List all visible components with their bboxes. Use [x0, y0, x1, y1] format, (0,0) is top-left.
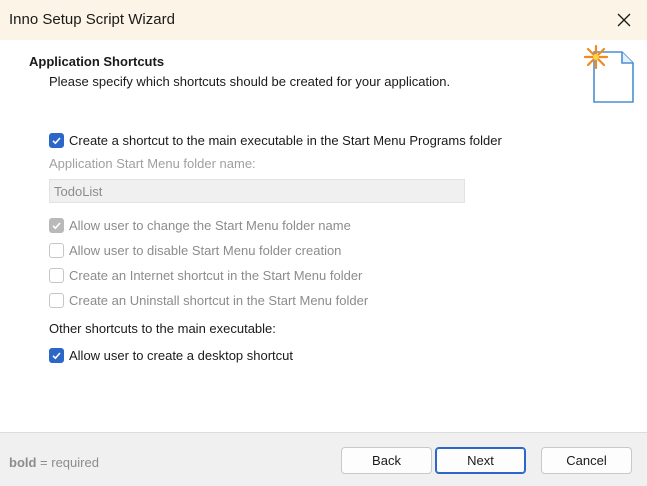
checkbox-label: Create an Uninstall shortcut in the Star…	[69, 292, 369, 308]
checkbox-checked-icon	[49, 347, 64, 363]
page-subtitle: Please specify which shortcuts should be…	[49, 74, 451, 89]
desktop-shortcut-checkbox[interactable]: Allow user to create a desktop shortcut	[49, 346, 293, 364]
other-shortcuts-label: Other shortcuts to the main executable:	[49, 321, 276, 336]
page-title: Application Shortcuts	[29, 54, 165, 69]
wizard-document-icon	[583, 44, 634, 103]
window-title: Inno Setup Script Wizard	[9, 11, 175, 28]
title-bar: Inno Setup Script Wizard	[0, 0, 647, 40]
checkbox-label: Allow user to disable Start Menu folder …	[69, 242, 342, 258]
checkbox-unchecked-icon	[49, 242, 64, 258]
cancel-button[interactable]: Cancel	[541, 447, 632, 474]
checkbox-label: Create a shortcut to the main executable…	[69, 132, 502, 148]
uninstall-shortcut-checkbox[interactable]: Create an Uninstall shortcut in the Star…	[49, 291, 368, 309]
start-menu-shortcut-checkbox[interactable]: Create a shortcut to the main executable…	[49, 131, 502, 149]
folder-name-value: TodoList	[54, 184, 103, 199]
checkbox-label: Allow user to change the Start Menu fold…	[69, 217, 351, 233]
checkbox-label: Allow user to create a desktop shortcut	[69, 347, 294, 363]
close-button[interactable]	[601, 0, 647, 40]
legend-bold: bold	[9, 455, 37, 470]
checkbox-checked-icon	[49, 217, 64, 233]
internet-shortcut-checkbox[interactable]: Create an Internet shortcut in the Start…	[49, 266, 362, 284]
allow-change-folder-checkbox[interactable]: Allow user to change the Start Menu fold…	[49, 216, 351, 234]
checkbox-unchecked-icon	[49, 292, 64, 308]
checkbox-checked-icon	[49, 132, 64, 148]
folder-name-label: Application Start Menu folder name:	[49, 156, 256, 171]
wizard-window: Inno Setup Script Wizard Application Sho…	[0, 0, 647, 486]
checkbox-label: Create an Internet shortcut in the Start…	[69, 267, 363, 283]
back-button[interactable]: Back	[341, 447, 432, 474]
checkbox-unchecked-icon	[49, 267, 64, 283]
allow-disable-folder-checkbox[interactable]: Allow user to disable Start Menu folder …	[49, 241, 341, 259]
required-legend: bold = required	[9, 455, 99, 470]
legend-text: = required	[36, 455, 99, 470]
folder-name-field[interactable]: TodoList	[49, 179, 465, 203]
close-icon	[617, 13, 631, 27]
next-button[interactable]: Next	[435, 447, 526, 474]
